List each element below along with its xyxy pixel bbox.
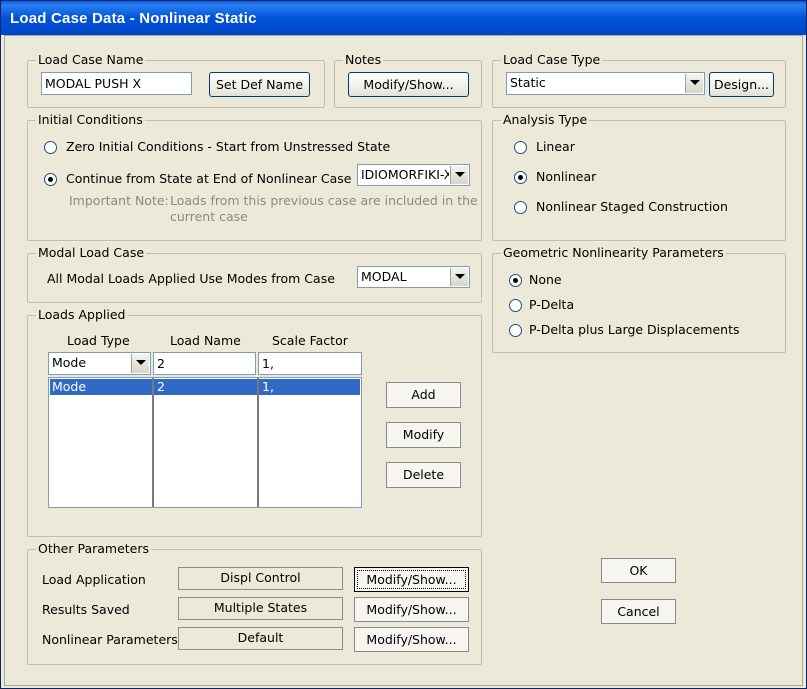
nonlinear-parameters-field: Default (178, 627, 343, 650)
zero-initial-conditions-radio[interactable] (44, 141, 57, 154)
results-saved-field: Multiple States (178, 597, 343, 620)
other-parameters-legend: Other Parameters (36, 541, 152, 556)
scale-factor-column-header: Scale Factor (272, 333, 348, 348)
analysis-staged-radio[interactable] (514, 201, 527, 214)
modal-case-dropdown-arrow[interactable] (450, 268, 468, 286)
ok-button[interactable]: OK (601, 558, 676, 583)
title-bar[interactable]: Load Case Data - Nonlinear Static (1, 1, 806, 35)
load-application-modify-button[interactable]: Modify/Show... (354, 567, 469, 592)
continue-from-state-label: Continue from State at End of Nonlinear … (66, 171, 352, 186)
loads-applied-group: Loads Applied Load Type Load Name Scale … (27, 307, 482, 537)
modal-load-case-group: Modal Load Case All Modal Loads Applied … (27, 245, 482, 303)
chevron-down-icon (136, 360, 146, 365)
chevron-down-icon (690, 80, 700, 85)
load-case-type-value: Static (510, 75, 546, 90)
row-load-type: Mode (52, 379, 87, 394)
geometric-none-label: None (529, 272, 562, 287)
load-name-edit-input[interactable]: 2 (153, 352, 256, 375)
scale-factor-edit-input[interactable]: 1, (258, 352, 362, 375)
notes-group: Notes Modify/Show... (334, 52, 482, 108)
important-note-line2: current case (170, 209, 248, 224)
geometric-nonlinearity-group: Geometric Nonlinearity Parameters None P… (492, 245, 786, 353)
row-scale-factor: 1, (262, 379, 274, 394)
analysis-type-legend: Analysis Type (501, 112, 590, 127)
list-column-divider (152, 378, 154, 507)
load-type-dropdown-arrow[interactable] (131, 354, 149, 373)
delete-load-button[interactable]: Delete (386, 462, 461, 488)
zero-initial-conditions-label: Zero Initial Conditions - Start from Uns… (66, 139, 391, 154)
geometric-pdelta-label: P-Delta (529, 297, 575, 312)
add-load-button[interactable]: Add (386, 382, 461, 408)
loads-applied-legend: Loads Applied (36, 307, 128, 322)
load-case-type-dropdown-arrow[interactable] (685, 74, 703, 93)
chevron-down-icon (455, 172, 465, 177)
load-case-type-select[interactable]: Static (506, 72, 705, 95)
important-note-label: Important Note: (69, 193, 169, 208)
initial-case-select[interactable]: IDIOMORFIKI-X (357, 164, 470, 186)
initial-case-dropdown-arrow[interactable] (450, 166, 468, 184)
notes-legend: Notes (343, 52, 384, 67)
nonlinear-parameters-label: Nonlinear Parameters (42, 632, 178, 647)
modal-load-case-legend: Modal Load Case (36, 245, 147, 260)
geometric-pdelta-radio[interactable] (509, 299, 522, 312)
notes-modify-show-button[interactable]: Modify/Show... (348, 72, 469, 97)
analysis-linear-label: Linear (536, 139, 575, 154)
geometric-pdelta-large-label: P-Delta plus Large Displacements (529, 322, 740, 337)
analysis-type-group: Analysis Type Linear Nonlinear Nonlinear… (492, 112, 786, 241)
load-case-type-legend: Load Case Type (501, 52, 603, 67)
table-row[interactable]: Mode 2 1, (50, 379, 360, 395)
modal-case-value: MODAL (361, 269, 407, 284)
continue-from-state-radio[interactable] (44, 173, 57, 186)
row-load-name: 2 (157, 379, 165, 394)
modal-case-select[interactable]: MODAL (357, 266, 470, 288)
initial-conditions-legend: Initial Conditions (36, 112, 145, 127)
dialog-client-area: Load Case Name MODAL PUSH X Set Def Name… (4, 35, 803, 686)
load-case-name-legend: Load Case Name (36, 52, 146, 67)
geometric-nonlinearity-legend: Geometric Nonlinearity Parameters (501, 245, 726, 260)
cancel-button[interactable]: Cancel (601, 599, 676, 624)
load-type-edit-value: Mode (52, 355, 87, 370)
modify-load-button[interactable]: Modify (386, 422, 461, 448)
load-type-edit-select[interactable]: Mode (48, 352, 151, 375)
nonlinear-parameters-modify-button[interactable]: Modify/Show... (354, 627, 469, 652)
chevron-down-icon (455, 274, 465, 279)
analysis-nonlinear-label: Nonlinear (536, 169, 597, 184)
load-case-name-group: Load Case Name MODAL PUSH X Set Def Name (27, 52, 325, 108)
load-application-label: Load Application (42, 572, 146, 587)
analysis-nonlinear-radio[interactable] (514, 171, 527, 184)
analysis-linear-radio[interactable] (514, 141, 527, 154)
window-title: Load Case Data - Nonlinear Static (10, 10, 257, 27)
list-column-divider (257, 378, 259, 507)
load-case-name-input[interactable]: MODAL PUSH X (41, 72, 192, 95)
modal-load-case-label: All Modal Loads Applied Use Modes from C… (47, 271, 335, 286)
other-parameters-group: Other Parameters Load Application Displ … (27, 541, 482, 665)
loads-list[interactable]: Mode 2 1, (48, 377, 362, 508)
load-case-type-group: Load Case Type Static Design... (492, 52, 786, 108)
geometric-none-radio[interactable] (509, 274, 522, 287)
geometric-pdelta-large-radio[interactable] (509, 324, 522, 337)
load-name-column-header: Load Name (170, 333, 241, 348)
initial-case-value: IDIOMORFIKI-X (361, 167, 449, 182)
results-saved-modify-button[interactable]: Modify/Show... (354, 597, 469, 622)
important-note-line1: Loads from this previous case are includ… (170, 193, 478, 208)
analysis-staged-label: Nonlinear Staged Construction (536, 199, 728, 214)
initial-conditions-group: Initial Conditions Zero Initial Conditio… (27, 112, 482, 241)
design-button[interactable]: Design... (709, 72, 774, 97)
set-def-name-button[interactable]: Set Def Name (209, 72, 310, 97)
load-type-column-header: Load Type (67, 333, 130, 348)
results-saved-label: Results Saved (42, 602, 130, 617)
dialog-window: Load Case Data - Nonlinear Static Load C… (0, 0, 807, 689)
load-application-field: Displ Control (178, 567, 343, 590)
